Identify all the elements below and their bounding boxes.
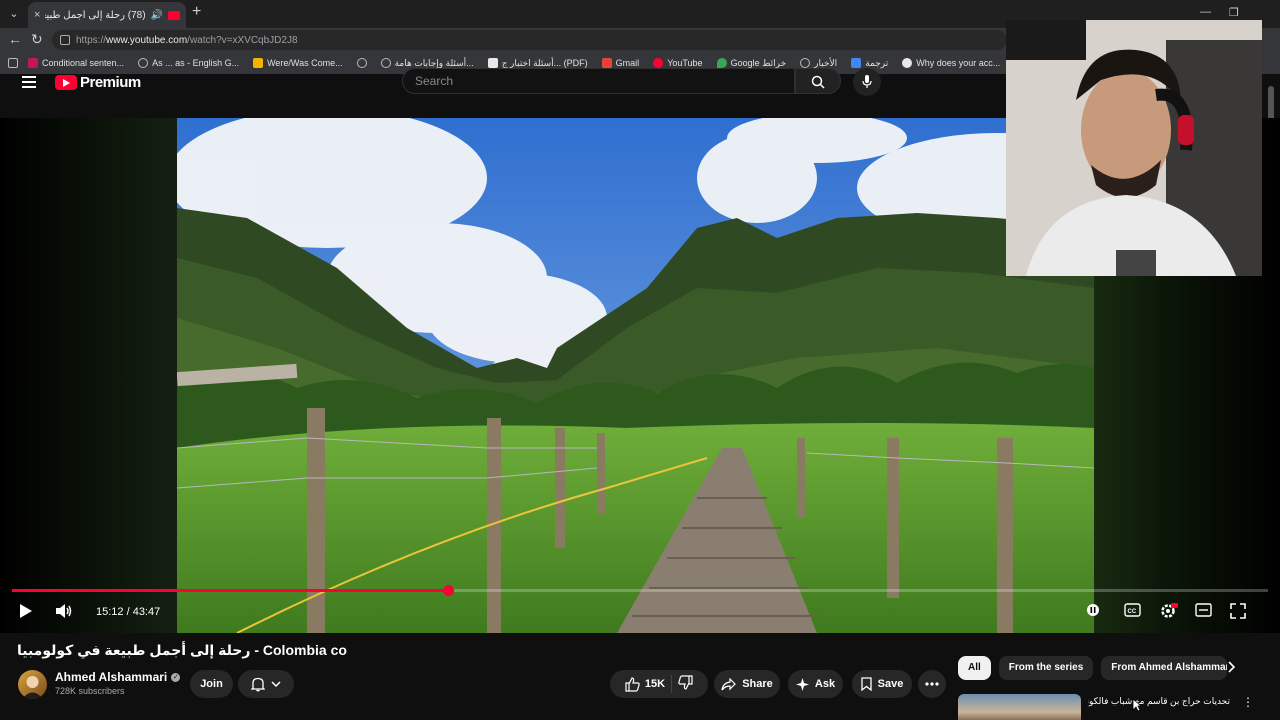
save-label: Save [877, 678, 904, 690]
microphone-icon [862, 75, 872, 88]
bell-icon [251, 677, 265, 691]
channel-avatar[interactable] [18, 670, 47, 699]
thumbs-down-icon [678, 675, 693, 690]
bookmark-item[interactable]: أسئلة وإجابات هامة... [380, 58, 474, 69]
like-count: 15K [644, 678, 666, 690]
bookmark-item[interactable]: Why does your acc... [902, 58, 1000, 68]
bookmark-news[interactable]: الأخبار [800, 58, 837, 69]
bookmark-item[interactable]: Were/Was Come... [253, 58, 343, 68]
thumbs-up-icon [625, 676, 640, 692]
youtube-logo[interactable]: Premium [55, 74, 141, 91]
share-button[interactable]: Share [714, 670, 780, 698]
gear-icon [1161, 603, 1178, 618]
bookmark-icon [860, 677, 872, 691]
url-text: https://www.youtube.com/watch?v=xXVCqbJD… [76, 34, 298, 46]
chips-next-icon[interactable] [1228, 660, 1236, 676]
bookmark-item[interactable] [356, 58, 367, 68]
url-field[interactable]: https://www.youtube.com/watch?v=xXVCqbJD… [52, 30, 1007, 50]
settings-button[interactable] [1160, 603, 1178, 624]
like-divider [671, 675, 673, 693]
minimize-icon[interactable]: — [1200, 6, 1211, 18]
bookmark-gmail[interactable]: Gmail [601, 58, 639, 68]
bookmark-translate[interactable]: ترجمة [851, 58, 888, 69]
menu-icon[interactable] [22, 76, 36, 91]
maximize-icon[interactable]: ❐ [1229, 6, 1239, 19]
svg-text:CC: CC [1128, 609, 1137, 615]
notification-bell-button[interactable] [238, 670, 294, 698]
search-input[interactable]: Search [402, 68, 795, 94]
more-horizontal-icon [925, 682, 939, 686]
reload-icon[interactable]: ↻ [31, 31, 43, 48]
mouse-cursor-icon [1132, 698, 1142, 712]
ambient-glow-left [0, 118, 177, 633]
recommended-video-thumbnail[interactable] [958, 694, 1081, 720]
theater-icon [1195, 603, 1212, 617]
like-dislike-group: 15K [610, 670, 708, 698]
volume-icon [56, 604, 72, 618]
share-label: Share [742, 678, 773, 690]
progress-bar[interactable] [12, 585, 1268, 596]
new-tab-icon[interactable]: + [192, 3, 201, 21]
tab-audio-icon[interactable]: 🔊 [151, 10, 163, 21]
play-icon [20, 604, 32, 618]
tab-search-icon[interactable]: ⌄ [4, 4, 24, 24]
bookmark-item[interactable]: أسئلة اختبار ج... (PDF) [487, 58, 588, 69]
apps-icon[interactable] [8, 58, 18, 68]
more-actions-button[interactable] [918, 670, 946, 698]
bookmark-maps[interactable]: Google خرائط [716, 58, 786, 69]
progress-bar-fill [12, 589, 448, 592]
bookmark-item[interactable]: Conditional senten... [28, 58, 124, 68]
channel-name[interactable]: Ahmed Alshammari ✓ [55, 670, 181, 684]
theater-mode-button[interactable] [1195, 603, 1212, 622]
recommended-video-title[interactable]: تحديات حراج بن قاسم مع شباب فالكونز [1088, 696, 1230, 707]
filter-chips: All From the series From Ahmed Alshammar… [958, 656, 1228, 680]
bookmark-youtube[interactable]: YouTube [653, 58, 703, 68]
webcam-overlay [1006, 20, 1262, 276]
chip-all[interactable]: All [958, 656, 991, 680]
captions-icon: CC [1124, 603, 1141, 617]
youtube-logo-icon [55, 75, 77, 90]
bookmark-item[interactable]: As ... as - English G... [138, 58, 239, 68]
join-button[interactable]: Join [190, 670, 233, 698]
save-button[interactable]: Save [852, 670, 912, 698]
sparkle-icon [795, 677, 809, 691]
verified-badge-icon: ✓ [171, 672, 181, 682]
play-button[interactable] [19, 603, 33, 624]
ask-button[interactable]: Ask [788, 670, 843, 698]
volume-button[interactable] [55, 603, 73, 624]
video-title: رحلة إلى أجمل طبيعة في كولومبيا - Colomb… [17, 642, 347, 658]
voice-search-button[interactable] [853, 68, 881, 96]
dislike-button[interactable] [678, 675, 693, 693]
autoplay-icon [1087, 604, 1099, 616]
progress-scrubber-handle[interactable] [442, 585, 454, 596]
tab-close-icon[interactable]: × [34, 9, 40, 21]
site-info-icon[interactable] [60, 35, 70, 45]
fullscreen-button[interactable] [1230, 603, 1246, 624]
channel-name-text[interactable]: Ahmed Alshammari [55, 670, 167, 684]
browser-tab-active[interactable]: × (78) رحلة إلى أجمل طبيعة في ... 🔊 [28, 2, 186, 28]
recommended-more-icon[interactable]: ⋮ [1242, 695, 1254, 709]
captions-button[interactable]: CC [1124, 603, 1141, 622]
chevron-down-icon [271, 680, 281, 687]
search-icon [811, 75, 825, 89]
share-icon [721, 677, 737, 690]
youtube-favicon-icon [168, 10, 180, 20]
subscriber-count: 728K subscribers [55, 686, 125, 696]
search-button[interactable] [795, 68, 841, 94]
tab-title: (78) رحلة إلى أجمل طبيعة في ... [45, 9, 146, 21]
logo-text: Premium [80, 74, 141, 91]
like-button[interactable]: 15K [625, 676, 666, 692]
time-display: 15:12 / 43:47 [96, 606, 161, 618]
back-icon[interactable]: ← [8, 31, 22, 47]
chip-from-channel[interactable]: From Ahmed Alshammari [1101, 656, 1228, 680]
youtube-header: Premium Search [0, 68, 1010, 118]
ask-label: Ask [814, 678, 836, 690]
pause-autoplay-toggle[interactable] [1086, 603, 1100, 622]
video-frame-landscape [177, 118, 1094, 633]
fullscreen-icon [1230, 603, 1246, 619]
chip-from-series[interactable]: From the series [998, 656, 1094, 680]
